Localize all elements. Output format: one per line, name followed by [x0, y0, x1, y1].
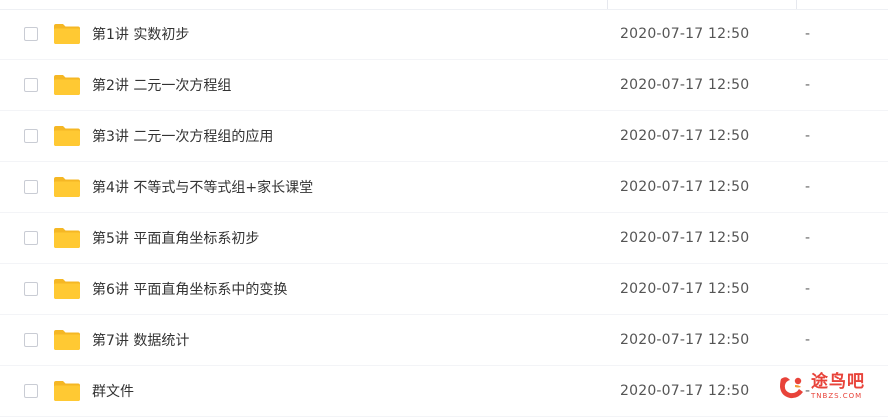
file-name[interactable]: 第5讲 平面直角坐标系初步 [92, 228, 259, 248]
table-row[interactable]: 群文件 2020-07-17 12:50 - [0, 366, 888, 417]
table-row[interactable]: 第5讲 平面直角坐标系初步 2020-07-17 12:50 - [0, 213, 888, 264]
file-name[interactable]: 第4讲 不等式与不等式组+家长课堂 [92, 177, 313, 197]
folder-icon [54, 126, 80, 146]
folder-icon [54, 279, 80, 299]
file-name[interactable]: 第2讲 二元一次方程组 [92, 75, 231, 95]
table-row[interactable]: 第6讲 平面直角坐标系中的变换 2020-07-17 12:50 - [0, 264, 888, 315]
modified-date: 2020-07-17 12:50 [620, 230, 750, 246]
row-checkbox[interactable] [24, 78, 38, 92]
file-name[interactable]: 第7讲 数据统计 [92, 330, 189, 350]
file-size: - [805, 230, 811, 246]
table-row[interactable]: 第3讲 二元一次方程组的应用 2020-07-17 12:50 - [0, 111, 888, 162]
file-name[interactable]: 第3讲 二元一次方程组的应用 [92, 126, 273, 146]
row-checkbox[interactable] [24, 231, 38, 245]
file-rows: 第1讲 实数初步 2020-07-17 12:50 - 第2讲 二元一次方程组 … [0, 9, 888, 417]
file-size: - [805, 179, 811, 195]
row-checkbox[interactable] [24, 27, 38, 41]
row-checkbox[interactable] [24, 129, 38, 143]
modified-date: 2020-07-17 12:50 [620, 383, 750, 399]
folder-icon [54, 24, 80, 44]
watermark-subtitle: TNBZS.COM [811, 392, 863, 400]
row-checkbox[interactable] [24, 333, 38, 347]
file-name[interactable]: 第1讲 实数初步 [92, 24, 189, 44]
modified-date: 2020-07-17 12:50 [620, 26, 750, 42]
watermark-title: 途鸟吧 [811, 372, 865, 392]
table-row[interactable]: 第1讲 实数初步 2020-07-17 12:50 - [0, 9, 888, 60]
file-size: - [805, 281, 811, 297]
table-row[interactable]: 第2讲 二元一次方程组 2020-07-17 12:50 - [0, 60, 888, 111]
file-size: - [805, 77, 811, 93]
row-checkbox[interactable] [24, 384, 38, 398]
row-checkbox[interactable] [24, 180, 38, 194]
column-divider[interactable] [796, 0, 797, 9]
folder-icon [54, 330, 80, 350]
file-list: 第1讲 实数初步 2020-07-17 12:50 - 第2讲 二元一次方程组 … [0, 9, 888, 417]
modified-date: 2020-07-17 12:50 [620, 128, 750, 144]
row-checkbox[interactable] [24, 282, 38, 296]
file-size: - [805, 128, 811, 144]
table-row[interactable]: 第4讲 不等式与不等式组+家长课堂 2020-07-17 12:50 - [0, 162, 888, 213]
folder-icon [54, 228, 80, 248]
column-divider[interactable] [607, 0, 608, 9]
file-name[interactable]: 第6讲 平面直角坐标系中的变换 [92, 279, 287, 299]
folder-icon [54, 75, 80, 95]
folder-icon [54, 177, 80, 197]
modified-date: 2020-07-17 12:50 [620, 179, 750, 195]
folder-icon [54, 381, 80, 401]
file-name[interactable]: 群文件 [92, 381, 134, 401]
file-size: - [805, 26, 811, 42]
modified-date: 2020-07-17 12:50 [620, 77, 750, 93]
watermark: 途鸟吧 TNBZS.COM [777, 371, 882, 403]
modified-date: 2020-07-17 12:50 [620, 281, 750, 297]
file-size: - [805, 332, 811, 348]
tubaba-logo-icon [780, 377, 803, 399]
modified-date: 2020-07-17 12:50 [620, 332, 750, 348]
table-row[interactable]: 第7讲 数据统计 2020-07-17 12:50 - [0, 315, 888, 366]
